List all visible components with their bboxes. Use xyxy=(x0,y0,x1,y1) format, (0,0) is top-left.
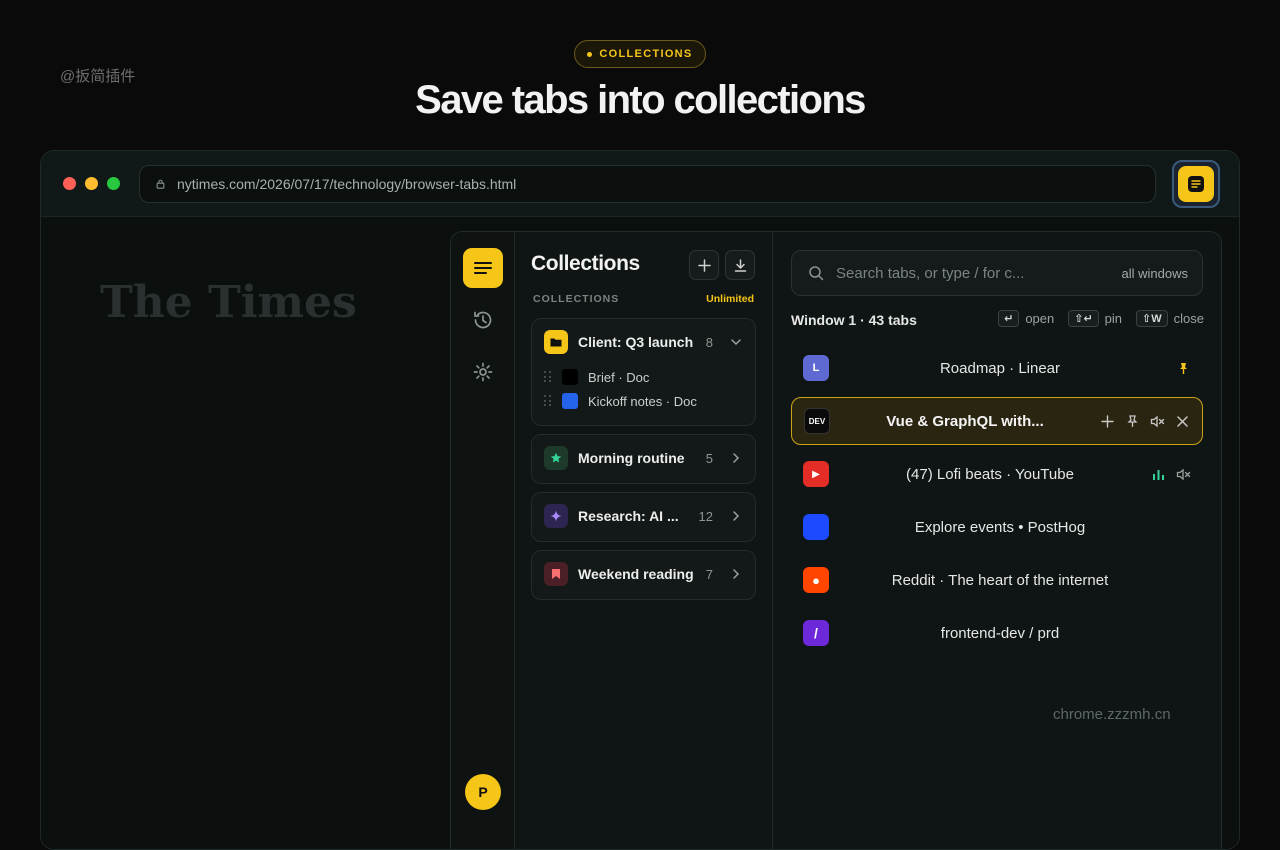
gear-icon[interactable] xyxy=(472,361,494,383)
linear-favicon-icon: L xyxy=(803,355,829,381)
collection-card-research-ai[interactable]: Research: AI ... 12 xyxy=(531,492,756,542)
drag-handle-icon[interactable] xyxy=(544,371,552,383)
avatar[interactable]: P xyxy=(465,774,501,810)
plan-tag: Unlimited xyxy=(706,293,754,305)
chevron-down-icon[interactable] xyxy=(729,335,743,349)
folder-icon xyxy=(544,330,568,354)
collection-card-client-q3[interactable]: Client: Q3 launch 8 Brief · Doc Kickoff … xyxy=(531,318,756,426)
tab-row-active[interactable]: DEV Vue & GraphQL with... xyxy=(791,397,1203,445)
hint-label: pin xyxy=(1104,311,1123,326)
badge-dot xyxy=(587,51,593,57)
collection-item[interactable]: Kickoff notes · Doc xyxy=(532,389,755,413)
drag-handle-icon[interactable] xyxy=(544,395,552,407)
search-scope[interactable]: all windows xyxy=(1122,266,1188,281)
collection-name: Morning routine xyxy=(578,450,685,466)
tab-row[interactable]: L Roadmap · Linear xyxy=(791,344,1203,392)
hint-label: close xyxy=(1173,311,1204,326)
close-window-button[interactable] xyxy=(63,177,76,190)
extension-button[interactable] xyxy=(1172,160,1220,208)
download-icon xyxy=(734,258,746,272)
star-icon xyxy=(544,446,568,470)
bookmark-icon xyxy=(544,562,568,586)
doc-favicon-icon xyxy=(562,393,578,409)
watermark-site: chrome.zzzmh.cn xyxy=(1053,706,1171,723)
collection-count: 12 xyxy=(698,508,713,524)
collection-count: 8 xyxy=(705,334,713,350)
list-icon xyxy=(1188,176,1204,192)
badge-label: COLLECTIONS xyxy=(599,48,693,60)
search-input[interactable]: Search tabs, or type / for c... all wind… xyxy=(791,250,1203,296)
tab-title: Vue & GraphQL with... xyxy=(886,412,1044,430)
chevron-right-icon[interactable] xyxy=(729,509,743,523)
dev-favicon-icon: DEV xyxy=(804,408,830,434)
url-text: nytimes.com/2026/07/17/technology/browse… xyxy=(177,176,517,192)
collection-item-label: Brief · Doc xyxy=(588,369,650,385)
tab-title: frontend-dev / prd xyxy=(940,624,1060,642)
hint-label: open xyxy=(1025,311,1055,326)
collection-card-weekend-reading[interactable]: Weekend reading 7 xyxy=(531,550,756,600)
close-icon[interactable] xyxy=(1175,414,1190,429)
tab-row[interactable]: ▶ (47) Lofi beats · YouTube xyxy=(791,450,1203,498)
app-logo-button[interactable] xyxy=(463,248,503,288)
tab-row[interactable]: ● Reddit · The heart of the internet xyxy=(791,556,1203,604)
tab-title: Roadmap · Linear xyxy=(939,359,1061,377)
minimize-window-button[interactable] xyxy=(85,177,98,190)
audio-playing-icon xyxy=(1153,469,1164,480)
pin-icon[interactable] xyxy=(1176,361,1191,376)
plus-icon[interactable] xyxy=(1100,414,1115,429)
history-icon[interactable] xyxy=(472,309,494,331)
collection-name: Weekend reading xyxy=(578,566,694,582)
section-badge: COLLECTIONS xyxy=(574,40,706,68)
download-button[interactable] xyxy=(725,250,755,280)
extension-panel: P Collections COLLECTIONS Unlimited Clie… xyxy=(450,231,1222,849)
lock-icon xyxy=(156,179,165,189)
mute-icon[interactable] xyxy=(1176,467,1191,482)
maximize-window-button[interactable] xyxy=(107,177,120,190)
collection-item[interactable]: Brief · Doc xyxy=(532,365,755,389)
tab-row[interactable]: Explore events • PostHog xyxy=(791,503,1203,551)
hint-key: ⇧W xyxy=(1136,310,1168,327)
youtube-favicon-icon: ▶ xyxy=(803,461,829,487)
search-placeholder: Search tabs, or type / for c... xyxy=(836,264,1025,282)
hint-key: ⇧↵ xyxy=(1068,310,1099,327)
frontend-favicon-icon: / xyxy=(803,620,829,646)
collection-count: 7 xyxy=(705,566,713,582)
tab-row[interactable]: / frontend-dev / prd xyxy=(791,609,1203,657)
collection-name: Research: AI ... xyxy=(578,508,679,524)
sparkle-icon xyxy=(544,504,568,528)
collection-count: 5 xyxy=(705,450,713,466)
collection-item-label: Kickoff notes · Doc xyxy=(588,393,697,409)
window-label: Window 1 · 43 tabs xyxy=(791,312,917,328)
collections-title: Collections xyxy=(531,252,640,275)
tab-title: Explore events • PostHog xyxy=(914,518,1086,536)
add-collection-button[interactable] xyxy=(689,250,719,280)
pin-icon[interactable] xyxy=(1125,414,1140,429)
hint-key: ↵ xyxy=(998,310,1020,327)
web-page: The Times P Collections COLLECTIONS Unli… xyxy=(41,217,1239,849)
page-masthead: The Times xyxy=(100,277,357,328)
section-label: COLLECTIONS xyxy=(533,293,620,305)
tabs-pane: Search tabs, or type / for c... all wind… xyxy=(773,232,1221,849)
tab-title: (47) Lofi beats · YouTube xyxy=(906,465,1074,483)
tab-title: Reddit · The heart of the internet xyxy=(891,571,1109,589)
posthog-favicon-icon xyxy=(803,514,829,540)
chevron-right-icon[interactable] xyxy=(729,567,743,581)
side-rail: P xyxy=(451,232,515,849)
plus-icon xyxy=(697,258,711,272)
collection-card-morning-routine[interactable]: Morning routine 5 xyxy=(531,434,756,484)
menu-lines-icon xyxy=(474,262,492,274)
doc-favicon-icon xyxy=(562,369,578,385)
search-icon xyxy=(809,266,824,281)
browser-toolbar: nytimes.com/2026/07/17/technology/browse… xyxy=(41,151,1239,217)
mute-icon[interactable] xyxy=(1150,414,1165,429)
reddit-favicon-icon: ● xyxy=(803,567,829,593)
collections-pane: Collections COLLECTIONS Unlimited Client… xyxy=(515,232,773,849)
collection-name: Client: Q3 launch xyxy=(578,334,694,350)
address-bar[interactable]: nytimes.com/2026/07/17/technology/browse… xyxy=(139,165,1156,203)
page-headline: Save tabs into collections xyxy=(415,78,866,122)
keyboard-hints: ↵ open ⇧↵ pin ⇧W close xyxy=(990,310,1204,327)
chevron-right-icon[interactable] xyxy=(729,451,743,465)
browser-window: nytimes.com/2026/07/17/technology/browse… xyxy=(40,150,1240,850)
